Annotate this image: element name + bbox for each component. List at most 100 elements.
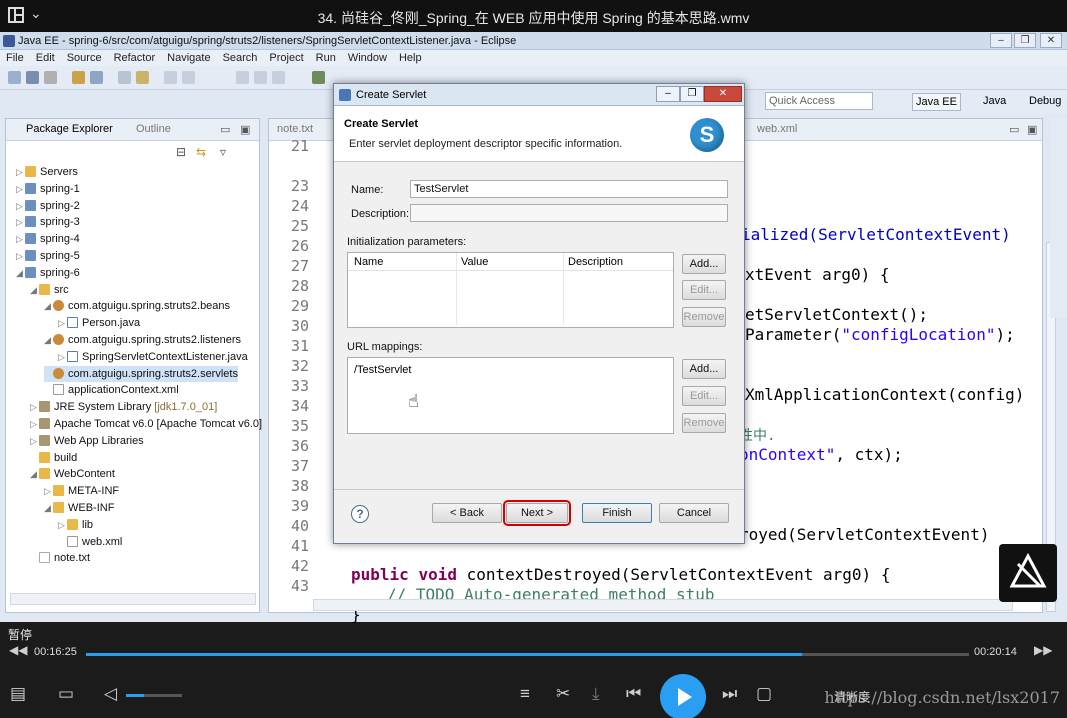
expand-arrow-icon[interactable]: ▷ xyxy=(58,517,67,533)
tree-item[interactable]: ▷ spring-5 xyxy=(16,248,80,264)
tree-item[interactable]: applicationContext.xml xyxy=(44,382,179,398)
expand-arrow-icon[interactable]: ▷ xyxy=(30,433,39,449)
screen-icon[interactable]: ▢ xyxy=(756,684,772,704)
terminate-icon[interactable] xyxy=(272,71,285,84)
maximize-view-icon[interactable]: ▣ xyxy=(240,123,250,136)
url-mappings-list[interactable]: /TestServlet xyxy=(347,357,674,434)
finish-button[interactable]: Finish xyxy=(582,503,652,523)
expand-arrow-icon[interactable]: ▷ xyxy=(58,315,67,331)
tree-item[interactable]: ◢ WebContent xyxy=(30,466,115,482)
server-icon[interactable] xyxy=(90,71,103,84)
tree-item[interactable]: ▷ lib xyxy=(58,517,93,533)
dialog-minimize-button[interactable]: ‒ xyxy=(656,86,680,102)
menu-window[interactable]: Window xyxy=(342,50,393,64)
redo-icon[interactable] xyxy=(182,71,195,84)
url-edit-button[interactable]: Edit... xyxy=(682,386,726,406)
init-remove-button[interactable]: Remove xyxy=(682,307,726,327)
expand-arrow-icon[interactable]: ▷ xyxy=(16,248,25,264)
dialog-maximize-button[interactable]: ❐ xyxy=(680,86,704,102)
fast-forward-icon[interactable]: ▶▶ xyxy=(1034,643,1052,657)
menu-run[interactable]: Run xyxy=(310,50,342,64)
expand-arrow-icon[interactable]: ▷ xyxy=(44,483,53,499)
debug-icon[interactable] xyxy=(312,71,325,84)
suspend-icon[interactable] xyxy=(254,71,267,84)
tree-item[interactable]: ▷ spring-2 xyxy=(16,198,80,214)
init-params-table[interactable]: Name Value Description xyxy=(347,252,674,328)
collapse-arrow-icon[interactable]: ◢ xyxy=(44,332,53,348)
pin-icon[interactable] xyxy=(136,71,149,84)
tree-item[interactable]: ◢ WEB-INF xyxy=(44,500,114,516)
tree-item[interactable]: ▷ Person.java xyxy=(58,315,140,331)
maximize-button[interactable]: ❐ xyxy=(1014,33,1036,48)
editor-minimize-icon[interactable]: ▭ xyxy=(1009,123,1019,136)
column-description[interactable]: Description xyxy=(568,256,623,268)
link-editor-icon[interactable]: ⇆ xyxy=(196,145,206,159)
tree-item[interactable]: ▷ JRE System Library [jdk1.7.0_01] xyxy=(30,399,217,415)
new-icon[interactable] xyxy=(8,71,21,84)
tree-item[interactable]: note.txt xyxy=(30,550,90,566)
menu-edit[interactable]: Edit xyxy=(30,50,61,64)
url-add-button[interactable]: Add... xyxy=(682,359,726,379)
expand-arrow-icon[interactable]: ▷ xyxy=(16,164,25,180)
tab-outline[interactable]: Outline xyxy=(136,123,171,135)
tree-item[interactable]: ▷ META-INF xyxy=(44,483,119,499)
expand-arrow-icon[interactable]: ▷ xyxy=(58,349,67,365)
menu-navigate[interactable]: Navigate xyxy=(161,50,216,64)
editor-horizontal-scrollbar[interactable] xyxy=(313,599,1013,611)
init-add-button[interactable]: Add... xyxy=(682,254,726,274)
name-field[interactable]: TestServlet xyxy=(410,180,728,198)
tree-item[interactable]: ▷ spring-1 xyxy=(16,181,80,197)
expand-arrow-icon[interactable]: ▷ xyxy=(16,181,25,197)
collapse-arrow-icon[interactable]: ◢ xyxy=(30,282,39,298)
editor-tab-web-xml[interactable]: web.xml xyxy=(757,123,797,135)
description-field[interactable] xyxy=(410,204,728,222)
quick-access-input[interactable]: Quick Access xyxy=(765,92,873,110)
url-mapping-item[interactable]: /TestServlet xyxy=(354,364,411,376)
init-edit-button[interactable]: Edit... xyxy=(682,280,726,300)
tree-item[interactable]: com.atguigu.spring.struts2.servlets xyxy=(44,365,238,382)
open-folder-icon[interactable]: ▭ xyxy=(58,684,74,704)
collapse-arrow-icon[interactable]: ◢ xyxy=(44,500,53,516)
play-button[interactable] xyxy=(660,674,706,718)
expand-arrow-icon[interactable]: ▷ xyxy=(16,231,25,247)
editor-tab-note-txt[interactable]: note.txt xyxy=(277,123,313,135)
collapse-arrow-icon[interactable]: ◢ xyxy=(44,298,53,314)
scissors-icon[interactable]: ✂ xyxy=(556,684,570,704)
cancel-button[interactable]: Cancel xyxy=(659,503,729,523)
toggle-mark-icon[interactable] xyxy=(118,71,131,84)
dialog-close-button[interactable]: ✕ xyxy=(704,86,742,102)
tree-item[interactable]: ◢ src xyxy=(30,282,69,298)
undo-icon[interactable] xyxy=(164,71,177,84)
url-remove-button[interactable]: Remove xyxy=(682,413,726,433)
tree-item[interactable]: ◢ com.atguigu.spring.struts2.beans xyxy=(44,298,230,314)
menu-source[interactable]: Source xyxy=(61,50,108,64)
perspective-java[interactable]: Java xyxy=(980,93,1009,109)
expand-arrow-icon[interactable]: ▷ xyxy=(16,198,25,214)
menu-project[interactable]: Project xyxy=(263,50,309,64)
progress-slider[interactable] xyxy=(86,653,969,656)
collapse-arrow-icon[interactable]: ◢ xyxy=(16,265,25,281)
next-button[interactable]: Next > xyxy=(503,500,571,526)
horizontal-scrollbar[interactable] xyxy=(10,593,256,605)
minimize-button[interactable]: ‒ xyxy=(990,33,1012,48)
quality-selector[interactable]: 清晰度 xyxy=(834,688,870,705)
perspective-debug[interactable]: Debug xyxy=(1026,93,1064,109)
tab-package-explorer[interactable]: Package Explorer xyxy=(26,123,113,135)
close-button[interactable]: ✕ xyxy=(1040,33,1062,48)
open-type-icon[interactable] xyxy=(72,71,85,84)
menu-file[interactable]: File xyxy=(0,50,30,64)
tree-item[interactable]: ▷ SpringServletContextListener.java xyxy=(58,349,248,365)
editor-maximize-icon[interactable]: ▣ xyxy=(1027,123,1037,136)
view-menu-icon[interactable]: ▿ xyxy=(220,145,226,159)
expand-arrow-icon[interactable]: ▷ xyxy=(16,214,25,230)
download-icon[interactable]: ⤓ xyxy=(592,684,600,704)
expand-arrow-icon[interactable]: ▷ xyxy=(30,416,39,432)
tree-item[interactable]: web.xml xyxy=(58,534,122,550)
tree-item[interactable]: ▷ Apache Tomcat v6.0 [Apache Tomcat v6.0] xyxy=(30,416,262,432)
settings-sliders-icon[interactable]: ≡ xyxy=(520,684,530,704)
rewind-icon[interactable]: ◀◀ xyxy=(9,643,27,657)
minimize-view-icon[interactable]: ▭ xyxy=(220,123,230,136)
volume-slider[interactable] xyxy=(126,694,182,697)
tree-item[interactable]: ▷ spring-4 xyxy=(16,231,80,247)
tree-item[interactable]: ▷ Servers xyxy=(16,164,78,180)
